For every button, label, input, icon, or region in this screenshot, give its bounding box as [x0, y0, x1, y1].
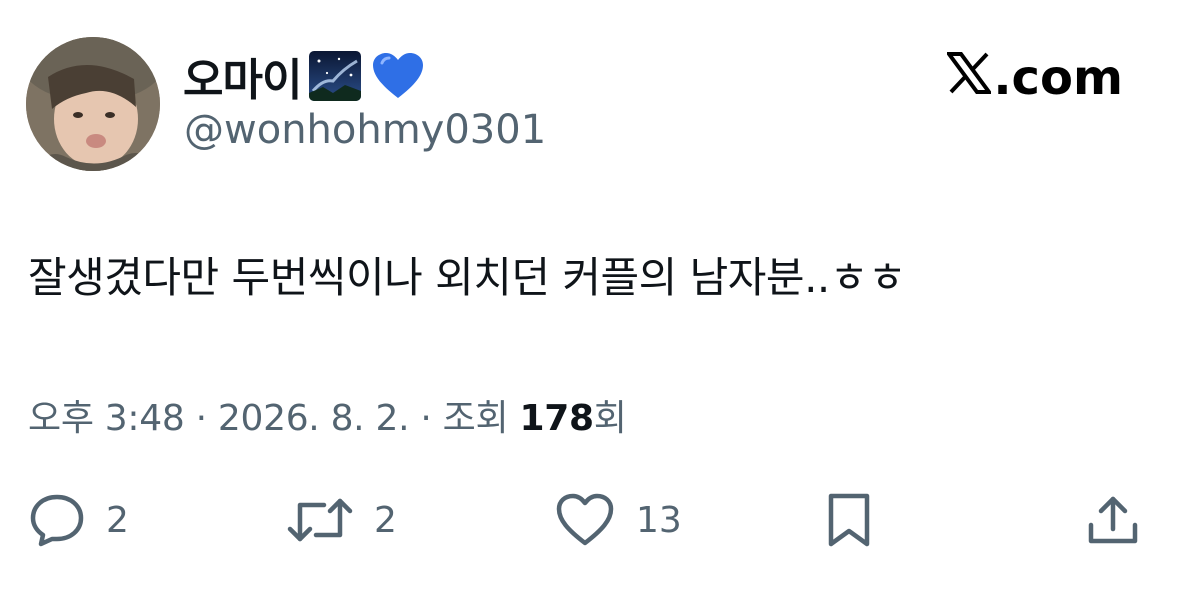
meta-separator: · [409, 398, 443, 439]
tweet-time[interactable]: 오후 3:48 [28, 398, 185, 439]
display-name[interactable]: 오마이 [183, 44, 302, 108]
views-suffix: 회 [593, 398, 627, 439]
views-prefix: 조회 [442, 398, 520, 439]
brand-label: .com [993, 50, 1123, 106]
user-handle[interactable]: @wonhohmy0301 [184, 107, 546, 153]
reply-button[interactable]: 2 [28, 488, 129, 552]
blue-heart-emoji-icon [371, 51, 425, 101]
retweet-button[interactable]: 2 [286, 488, 397, 552]
bookmark-button[interactable] [824, 488, 874, 552]
avatar[interactable] [26, 37, 160, 171]
share-button[interactable] [1084, 488, 1142, 552]
tweet-meta: 오후 3:48 · 2026. 8. 2. · 조회 178회 [28, 389, 627, 441]
bookmark-icon [824, 491, 874, 549]
display-name-row: 오마이 [183, 46, 425, 106]
brand-mark: .com [945, 48, 1123, 108]
like-count: 13 [636, 499, 682, 541]
x-logo-icon [945, 50, 994, 106]
meta-separator: · [184, 398, 218, 439]
retweet-count: 2 [374, 499, 397, 541]
tweet-text: 잘생겼다만 두번씩이나 외치던 커플의 남자분..ㅎㅎ [28, 253, 907, 302]
action-bar: 2 2 13 [0, 488, 1179, 552]
like-icon [554, 491, 616, 549]
retweet-icon [286, 491, 354, 549]
like-button[interactable]: 13 [554, 488, 682, 552]
reply-count: 2 [106, 499, 129, 541]
share-icon [1084, 491, 1142, 549]
views-count[interactable]: 178 [519, 398, 594, 439]
night-sky-emoji-icon [309, 51, 362, 101]
reply-icon [28, 491, 86, 549]
tweet-date[interactable]: 2026. 8. 2. [218, 398, 410, 439]
